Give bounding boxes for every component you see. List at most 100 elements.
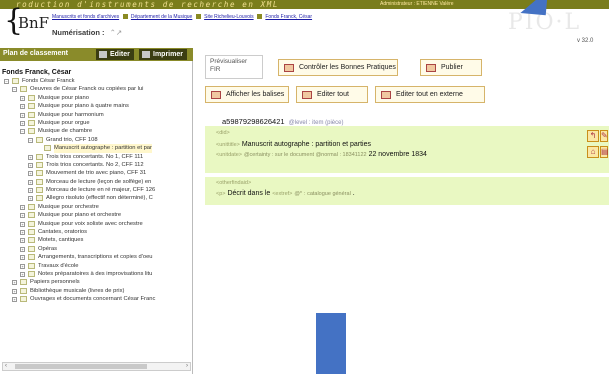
tree-node[interactable]: + Musique pour piano à quatre mains bbox=[2, 102, 191, 110]
did-tag: <did> bbox=[216, 130, 230, 136]
tree-node[interactable]: − Grand trio, CFF 108 bbox=[2, 136, 191, 144]
tree-node[interactable]: Manuscrit autographe : partition et par bbox=[2, 144, 191, 153]
tree-node[interactable]: + Allegro risoluto (effectif non détermin… bbox=[2, 194, 191, 202]
expand-icon[interactable]: + bbox=[28, 162, 33, 168]
scroll-right-icon[interactable]: › bbox=[186, 363, 188, 369]
unittitle-tag: <unittitle> bbox=[216, 142, 240, 148]
expand-icon[interactable]: + bbox=[28, 179, 33, 185]
unitdate-value[interactable]: 22 novembre 1834 bbox=[369, 151, 427, 158]
expand-icon[interactable]: + bbox=[20, 120, 25, 126]
tree-node-label: Musique de chambre bbox=[38, 128, 93, 135]
app-header: roduction d'instruments de recherche en … bbox=[0, 0, 609, 44]
collapse-icon[interactable]: − bbox=[20, 129, 25, 135]
folder-icon bbox=[36, 153, 43, 160]
tree-node[interactable]: + Musique pour piano et orchestre bbox=[2, 211, 191, 219]
scroll-left-icon[interactable]: ‹ bbox=[5, 363, 7, 369]
tree-node-label: Musique pour piano et orchestre bbox=[38, 212, 122, 219]
print-button[interactable]: Imprimer bbox=[139, 49, 187, 60]
expand-icon[interactable]: + bbox=[20, 204, 25, 210]
expand-icon[interactable]: + bbox=[28, 196, 33, 202]
tree-node[interactable]: + Papiers personnels bbox=[2, 278, 191, 286]
lock-icon[interactable]: ⌂ bbox=[587, 146, 599, 158]
tree-node-label: Notes préparatoires à des improvisations… bbox=[38, 270, 153, 277]
tree-node[interactable]: + Trois trios concertants. No 1, CFF 111 bbox=[2, 153, 191, 161]
tree-node[interactable]: + Musique pour orgue bbox=[2, 119, 191, 127]
expand-icon[interactable]: + bbox=[20, 104, 25, 110]
tree-node[interactable]: + Ouvrages et documents concernant César … bbox=[2, 295, 191, 303]
tree-node[interactable]: + Motets, cantiques bbox=[2, 236, 191, 244]
expand-icon[interactable]: + bbox=[20, 238, 25, 244]
numerisation-icons[interactable]: ⌃↗ bbox=[110, 28, 123, 37]
tree-node[interactable]: + Morceau de lecture en ré majeur, CFF 12… bbox=[2, 186, 191, 194]
p-tag: <p> bbox=[216, 191, 226, 197]
expand-icon[interactable]: + bbox=[20, 95, 25, 101]
folder-icon bbox=[28, 212, 35, 219]
edit-external-button[interactable]: Editer tout en externe bbox=[375, 86, 485, 103]
expand-icon[interactable]: + bbox=[20, 255, 25, 261]
tree-node-label: Musique pour orchestre bbox=[38, 203, 99, 210]
tree-node[interactable]: − Oeuvres de César Franck ou copiées par … bbox=[2, 85, 191, 93]
expand-icon[interactable]: + bbox=[12, 288, 17, 294]
expand-icon[interactable]: + bbox=[28, 188, 33, 194]
edit-button[interactable]: Editer bbox=[96, 49, 134, 60]
expand-icon[interactable]: + bbox=[28, 171, 33, 177]
indent-icon[interactable]: ↰ bbox=[587, 130, 599, 142]
expand-icon[interactable]: + bbox=[20, 213, 25, 219]
tree-node[interactable]: − Musique de chambre bbox=[2, 127, 191, 135]
tree-node-label: Motets, cantiques bbox=[38, 237, 84, 244]
extref-tag: <extref> bbox=[272, 191, 293, 197]
tree-node[interactable]: + Opéras bbox=[2, 245, 191, 253]
tree-node-label: Musique pour piano à quatre mains bbox=[38, 103, 129, 110]
expand-icon[interactable]: + bbox=[20, 230, 25, 236]
tree-node[interactable]: + Musique pour piano bbox=[2, 94, 191, 102]
extref-value[interactable]: catalogue général bbox=[307, 191, 351, 197]
horizontal-scrollbar[interactable]: ‹ › bbox=[2, 362, 191, 371]
tree-node-label: Morceau de lecture (leçon de solfège) en bbox=[46, 178, 152, 185]
folder-icon bbox=[28, 262, 35, 269]
save-icon[interactable]: ▤ bbox=[600, 146, 609, 158]
breadcrumb-item[interactable]: Fonds Franck, César bbox=[265, 14, 312, 20]
collapse-icon[interactable]: − bbox=[12, 87, 17, 93]
collapse-icon[interactable]: − bbox=[28, 137, 33, 143]
breadcrumb-item[interactable]: Manuscrits et fonds d'archives bbox=[52, 14, 119, 20]
show-tags-button[interactable]: Afficher les balises bbox=[205, 86, 289, 103]
otherfindaid-block: <otherfindaid> <p> Décrit dans le <extre… bbox=[205, 177, 609, 205]
unittitle-value[interactable]: Manuscrit autographe : partition et part… bbox=[242, 141, 371, 148]
folder-icon bbox=[28, 128, 35, 135]
breadcrumb-item[interactable]: Département de la Musique bbox=[131, 14, 192, 20]
pencil-icon[interactable]: ✎ bbox=[600, 130, 608, 142]
tree-node[interactable]: + Travaux d'école bbox=[2, 262, 191, 270]
expand-icon[interactable]: + bbox=[20, 246, 25, 252]
tree-node[interactable]: − Fonds César Franck bbox=[2, 77, 191, 85]
scroll-thumb[interactable] bbox=[15, 364, 147, 369]
expand-icon[interactable]: + bbox=[20, 221, 25, 227]
expand-icon[interactable]: + bbox=[12, 280, 17, 286]
banner-title: roduction d'instruments de recherche en … bbox=[16, 0, 279, 9]
classification-toolbar: Plan de classement Editer Imprimer bbox=[0, 48, 193, 61]
breadcrumb-item[interactable]: Site Richelieu-Louvois bbox=[204, 14, 253, 20]
edit-all-button[interactable]: Editer tout bbox=[296, 86, 368, 103]
publish-button[interactable]: Publier bbox=[420, 59, 482, 76]
classification-panel: Plan de classement Editer Imprimer Fonds… bbox=[0, 48, 193, 374]
tree-node[interactable]: + Trois trios concertants. No 2, CFF 112 bbox=[2, 161, 191, 169]
tree-node[interactable]: + Bibliothèque musicale (livres de prix) bbox=[2, 287, 191, 295]
tree-node[interactable]: + Mouvement de trio avec piano, CFF 31 bbox=[2, 169, 191, 177]
expand-icon[interactable]: + bbox=[28, 154, 33, 160]
check-practices-button[interactable]: Contrôler les Bonnes Pratiques bbox=[278, 59, 398, 76]
expand-icon[interactable]: + bbox=[20, 271, 25, 277]
p-value[interactable]: Décrit dans le bbox=[227, 190, 270, 197]
tree-node[interactable]: + Musique pour orchestre bbox=[2, 203, 191, 211]
tree-node[interactable]: + Morceau de lecture (leçon de solfège) e… bbox=[2, 178, 191, 186]
folder-icon bbox=[28, 111, 35, 118]
tree-node[interactable]: + Musique pour harmonium bbox=[2, 111, 191, 119]
expand-icon[interactable]: + bbox=[20, 263, 25, 269]
collapse-icon[interactable]: − bbox=[4, 79, 9, 84]
preview-fir-button[interactable]: Prévisualiser FIR bbox=[205, 55, 263, 79]
expand-icon[interactable]: + bbox=[12, 297, 17, 303]
tree-node[interactable]: + Cantates, oratorios bbox=[2, 228, 191, 236]
tree-node[interactable]: + Arrangements, transcriptions et copies … bbox=[2, 253, 191, 261]
edit-external-label: Editer tout en externe bbox=[396, 91, 463, 98]
expand-icon[interactable]: + bbox=[20, 112, 25, 118]
tree-node[interactable]: + Notes préparatoires à des improvisation… bbox=[2, 270, 191, 278]
tree-node[interactable]: + Musique pour voix soliste avec orchestr… bbox=[2, 220, 191, 228]
